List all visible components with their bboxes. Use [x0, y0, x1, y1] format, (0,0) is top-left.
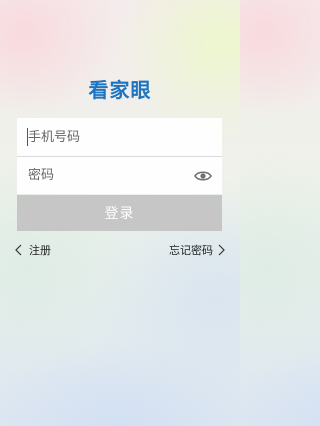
app-logo: 看家眼 [88, 78, 152, 102]
password-input[interactable] [28, 168, 193, 183]
password-field-container [17, 156, 222, 194]
login-button[interactable]: 登录 [17, 195, 222, 231]
eye-icon[interactable] [193, 169, 213, 183]
login-form: 登录 [17, 118, 222, 231]
phone-field-container [17, 118, 222, 156]
text-cursor [27, 128, 28, 146]
phone-input[interactable] [28, 129, 213, 145]
chevron-left-icon [15, 244, 22, 256]
register-link[interactable]: 注册 [15, 242, 51, 258]
forgot-password-label: 忘记密码 [169, 244, 213, 257]
forgot-password-link[interactable]: 忘记密码 [169, 242, 225, 258]
register-label: 注册 [29, 244, 51, 257]
chevron-right-icon [218, 244, 225, 256]
auth-links: 注册 忘记密码 [15, 242, 225, 258]
